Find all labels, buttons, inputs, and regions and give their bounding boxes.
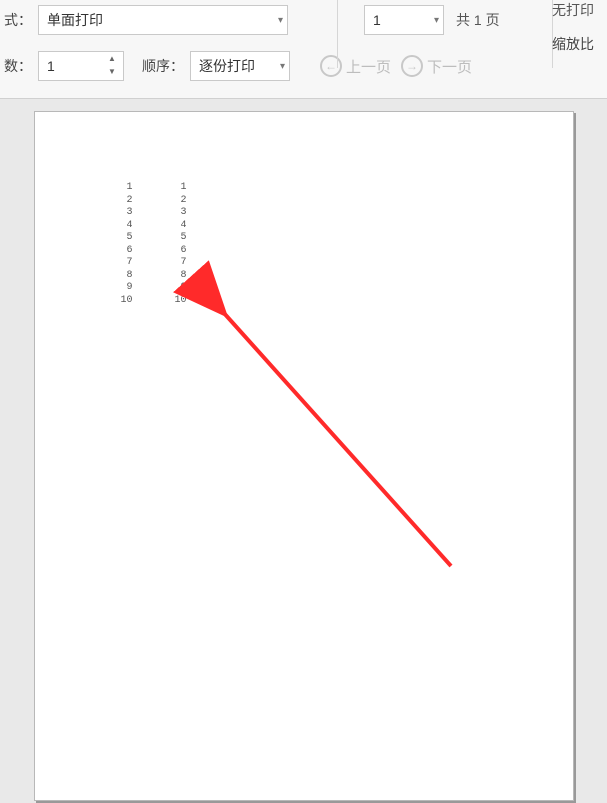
mode-combo-value: 单面打印: [47, 10, 103, 30]
spinner-up-icon[interactable]: ▲: [105, 53, 119, 66]
page-selector[interactable]: 1 ▾: [364, 5, 444, 35]
next-page-button: → 下一页: [401, 55, 472, 77]
arrow-right-icon: →: [401, 55, 423, 77]
arrow-left-icon: ←: [320, 55, 342, 77]
page-content: 1 1 2 2 3 3 4 4 5 5 6 6 7 7 8 8 9 9 10 1…: [109, 182, 187, 307]
zoom-ratio-label: 缩放比: [552, 34, 602, 54]
order-combo-value: 逐份打印: [199, 56, 255, 76]
caret-down-icon: ▾: [280, 61, 285, 72]
page-selector-value: 1: [373, 12, 381, 28]
fit-combo-value: 无打印: [552, 0, 594, 20]
spinner-down-icon[interactable]: ▼: [105, 66, 119, 79]
preview-area: 1 1 2 2 3 3 4 4 5 5 6 6 7 7 8 8 9 9 10 1…: [0, 99, 607, 803]
copies-spinner[interactable]: 1 ▲ ▼: [38, 51, 124, 81]
fit-combo[interactable]: 无打印: [552, 0, 602, 20]
order-combo[interactable]: 逐份打印 ▾: [190, 51, 290, 81]
order-label: 顺序：: [134, 56, 184, 76]
page-count-text: 共 1 页: [456, 10, 500, 30]
copies-value: 1: [47, 58, 105, 74]
preview-page: 1 1 2 2 3 3 4 4 5 5 6 6 7 7 8 8 9 9 10 1…: [34, 111, 574, 801]
copies-label: 数：: [0, 56, 32, 76]
prev-page-button: ← 上一页: [320, 55, 391, 77]
caret-down-icon: ▾: [278, 15, 283, 26]
mode-combo[interactable]: 单面打印 ▾: [38, 5, 288, 35]
caret-down-icon: ▾: [434, 15, 439, 26]
mode-label: 式：: [0, 10, 32, 30]
prev-page-label: 上一页: [346, 56, 391, 77]
next-page-label: 下一页: [427, 56, 472, 77]
print-toolbar: 式： 单面打印 ▾ 1 ▾ 共 1 页 无打印 缩放比 数： 1: [0, 0, 607, 99]
divider: [337, 0, 338, 68]
